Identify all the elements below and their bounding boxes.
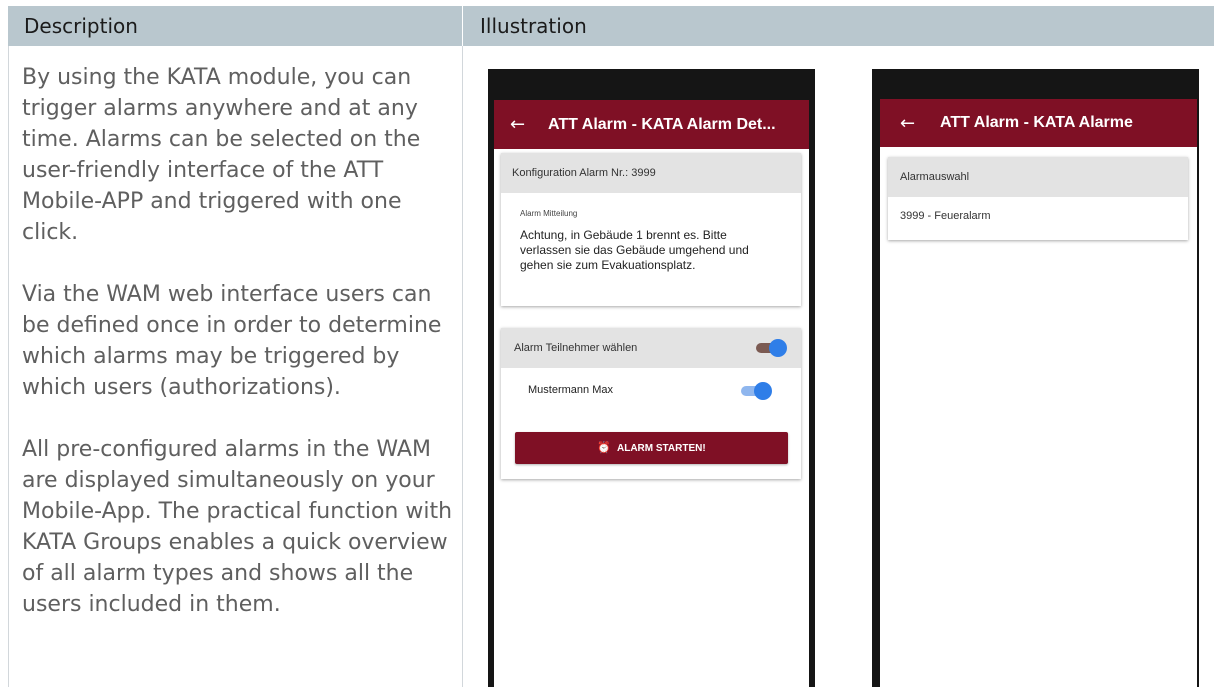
- alarm-message-text[interactable]: Achtung, in Gebäude 1 brennt es. Bitte v…: [520, 228, 780, 273]
- participant-toggle[interactable]: [741, 382, 772, 400]
- description-paragraph-1: By using the KATA module, you can trigge…: [22, 65, 421, 245]
- app-bar: ← ATT Alarm - KATA Alarm Det...: [494, 100, 809, 149]
- toggle-knob: [769, 339, 787, 357]
- alarm-list-item[interactable]: 3999 - Feueralarm: [900, 210, 991, 222]
- table-column-divider: [462, 46, 463, 687]
- phone-screen: ← ATT Alarm - KATA Alarm Det... Konfigur…: [494, 100, 809, 687]
- start-alarm-button[interactable]: ⏰ ALARM STARTEN!: [515, 432, 788, 464]
- participants-header-label: Alarm Teilnehmer wählen: [514, 342, 638, 354]
- phone-screenshot-alarm-list: ← ATT Alarm - KATA Alarme Alarmauswahl 3…: [872, 69, 1199, 687]
- app-bar-title: ATT Alarm - KATA Alarm Det...: [548, 116, 776, 133]
- alarm-selection-card: Alarmauswahl 3999 - Feueralarm: [888, 157, 1188, 240]
- phone-screen: ← ATT Alarm - KATA Alarme Alarmauswahl 3…: [880, 99, 1197, 687]
- back-arrow-icon[interactable]: ←: [900, 99, 915, 148]
- description-paragraph-3: All pre-configured alarms in the WAM are…: [22, 437, 453, 617]
- table-border-left: [8, 46, 9, 687]
- description-paragraph-2: Via the WAM web interface users can be d…: [22, 282, 442, 400]
- description-text: By using the KATA module, you can trigge…: [22, 62, 458, 651]
- participants-card: Alarm Teilnehmer wählen Mustermann Max ⏰…: [501, 328, 801, 479]
- phone-screenshot-alarm-detail: ← ATT Alarm - KATA Alarm Det... Konfigur…: [488, 69, 815, 687]
- header-description: Description: [24, 14, 138, 38]
- start-alarm-label: ALARM STARTEN!: [617, 443, 706, 454]
- header-illustration: Illustration: [480, 14, 587, 38]
- alarm-config-card: Konfiguration Alarm Nr.: 3999 Alarm Mitt…: [501, 153, 801, 306]
- app-bar: ← ATT Alarm - KATA Alarme: [880, 99, 1197, 147]
- table-header: Description Illustration: [8, 6, 1214, 46]
- app-bar-title: ATT Alarm - KATA Alarme: [940, 114, 1133, 131]
- alarm-config-header: Konfiguration Alarm Nr.: 3999: [501, 153, 801, 193]
- back-arrow-icon[interactable]: ←: [510, 100, 525, 149]
- select-all-participants-toggle[interactable]: [756, 339, 787, 357]
- toggle-knob: [754, 382, 772, 400]
- alarm-selection-header: Alarmauswahl: [888, 157, 1188, 197]
- alarm-message-label: Alarm Mitteilung: [520, 209, 578, 218]
- alarm-clock-icon: ⏰: [597, 442, 611, 454]
- header-divider: [462, 6, 463, 46]
- participant-name: Mustermann Max: [528, 384, 613, 396]
